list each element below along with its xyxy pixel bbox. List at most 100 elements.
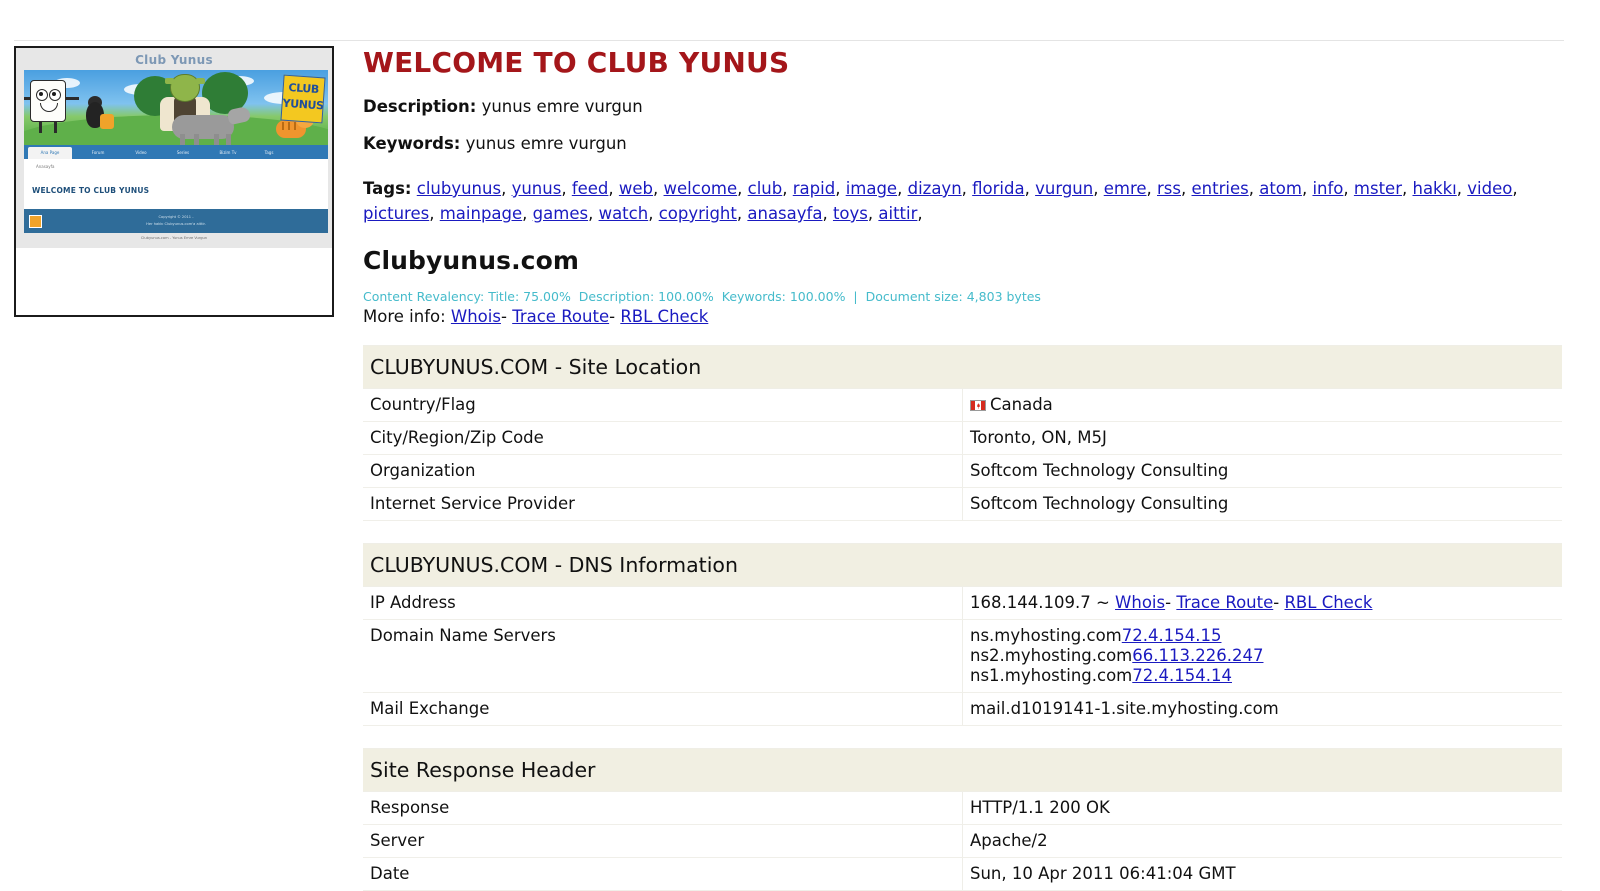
tag-link[interactable]: rss xyxy=(1157,179,1181,198)
tag-link[interactable]: entries xyxy=(1192,179,1249,198)
thumbnail-footer-line-1: Copyright © 2011 - xyxy=(158,215,194,219)
tag-link[interactable]: emre xyxy=(1104,179,1147,198)
tag-link[interactable]: mster xyxy=(1354,179,1402,198)
thumbnail-page-heading: WELCOME TO CLUB YUNUS xyxy=(32,186,150,195)
dns-information-table: CLUBYUNUS.COM - DNS Information IP Addre… xyxy=(363,543,1562,726)
thumbnail-nav-item-3: Series xyxy=(176,150,190,155)
domain-name-heading: Clubyunus.com xyxy=(363,246,580,275)
tag-link[interactable]: feed xyxy=(572,179,609,198)
page-title: WELCOME TO CLUB YUNUS xyxy=(363,46,790,79)
organization-label: Organization xyxy=(363,454,963,488)
tag-link[interactable]: yunus xyxy=(512,179,562,198)
site-thumbnail[interactable]: Club Yunus CLUB YUNUS Ana Page Forum Vid… xyxy=(14,46,334,317)
tag-link[interactable]: video xyxy=(1467,179,1512,198)
tag-link[interactable]: atom xyxy=(1259,179,1302,198)
ip-whois-link[interactable]: Whois xyxy=(1115,593,1165,612)
tag-separator: , xyxy=(501,179,507,198)
tag-separator: , xyxy=(1512,179,1518,198)
tag-separator: , xyxy=(736,204,743,223)
tag-link[interactable]: florida xyxy=(972,179,1024,198)
ip-address-label: IP Address xyxy=(363,586,963,620)
tag-link[interactable]: anasayfa xyxy=(747,204,822,223)
tag-link[interactable]: watch xyxy=(599,204,649,223)
tag-separator: , xyxy=(608,179,614,198)
badge-line-1: CLUB xyxy=(288,80,320,97)
mail-exchange-value: mail.d1019141-1.site.myhosting.com xyxy=(962,692,1562,726)
thumbnail-bottom-area xyxy=(16,248,332,315)
keywords-label: Keywords: xyxy=(363,134,461,153)
thumbnail-content-area: WELCOME TO CLUB YUNUS xyxy=(24,177,328,209)
thumbnail-nav-bar: Ana Page Forum Video Series Bizim Tv Tag… xyxy=(24,145,328,159)
tag-link[interactable]: info xyxy=(1312,179,1343,198)
tag-link[interactable]: aittir xyxy=(878,204,917,223)
tag-separator: , xyxy=(1024,179,1030,198)
tag-link[interactable]: rapid xyxy=(793,179,835,198)
tag-separator: , xyxy=(835,179,841,198)
nameserver-ip-link[interactable]: 72.4.154.15 xyxy=(1122,626,1222,645)
thumbnail-nav-item-5: Tags xyxy=(264,150,274,155)
thumbnail-nav-item-0: Ana Page xyxy=(28,147,72,159)
tag-link[interactable]: image xyxy=(846,179,897,198)
mail-exchange-label: Mail Exchange xyxy=(363,692,963,726)
ip-trace-route-link[interactable]: Trace Route xyxy=(1176,593,1273,612)
country-flag-value: Canada xyxy=(962,388,1562,422)
tag-link[interactable]: clubyunus xyxy=(417,179,501,198)
response-label: Response xyxy=(363,791,963,825)
table-row: Country/Flag Canada xyxy=(363,388,1562,422)
description-row: Description: yunus emre vurgun xyxy=(363,97,1563,117)
tag-link[interactable]: hakkı xyxy=(1412,179,1456,198)
tag-separator: , xyxy=(737,179,743,198)
tag-link[interactable]: toys xyxy=(833,204,868,223)
ip-address: 168.144.109.7 xyxy=(970,593,1091,612)
tag-separator: , xyxy=(1181,179,1187,198)
thumbnail-nav-item-2: Video xyxy=(135,150,147,155)
nameserver-ip-link[interactable]: 72.4.154.14 xyxy=(1132,666,1232,685)
club-yunus-badge-icon: CLUB YUNUS xyxy=(280,74,326,124)
tag-separator: , xyxy=(1401,179,1408,198)
tag-link[interactable]: vurgun xyxy=(1035,179,1093,198)
tag-separator: , xyxy=(1093,179,1099,198)
thumbnail-breadcrumb-bar: Anasayfa xyxy=(24,159,328,177)
dns-information-heading: CLUBYUNUS.COM - DNS Information xyxy=(363,543,1562,587)
tag-link[interactable]: copyright xyxy=(659,204,737,223)
nameservers-label: Domain Name Servers xyxy=(363,619,963,693)
tag-separator: , xyxy=(822,204,828,223)
ip-sep-2: - xyxy=(1273,593,1280,612)
tag-link[interactable]: club xyxy=(748,179,783,198)
isp-value: Softcom Technology Consulting xyxy=(962,487,1562,521)
date-value: Sun, 10 Apr 2011 06:41:04 GMT xyxy=(962,857,1562,891)
tag-separator: , xyxy=(1146,179,1152,198)
tag-link[interactable]: web xyxy=(619,179,653,198)
site-location-table: CLUBYUNUS.COM - Site Location Country/Fl… xyxy=(363,345,1562,521)
tag-separator: , xyxy=(1248,179,1254,198)
more-info-whois-link[interactable]: Whois xyxy=(451,307,501,326)
tag-separator: , xyxy=(897,179,903,198)
page-root: Club Yunus CLUB YUNUS Ana Page Forum Vid… xyxy=(0,0,1600,891)
tag-separator: , xyxy=(648,204,654,223)
thumbnail-footer: Copyright © 2011 - Her hakkı Clubyunus.c… xyxy=(24,209,328,233)
tag-link[interactable]: pictures xyxy=(363,204,429,223)
tag-separator: , xyxy=(867,204,874,223)
relevancy-prefix: Content Revalency: xyxy=(363,289,485,304)
table-row: Organization Softcom Technology Consulti… xyxy=(363,454,1562,488)
ip-address-value: 168.144.109.7 ~ Whois- Trace Route- RBL … xyxy=(962,586,1562,620)
tag-link[interactable]: dizayn xyxy=(908,179,962,198)
nameserver-ip-link[interactable]: 66.113.226.247 xyxy=(1132,646,1263,665)
table-row: Mail Exchange mail.d1019141-1.site.myhos… xyxy=(363,692,1562,726)
table-row: City/Region/Zip Code Toronto, ON, M5J xyxy=(363,421,1562,455)
tag-link[interactable]: welcome xyxy=(664,179,738,198)
nameservers-value: ns.myhosting.com72.4.154.15 ns2.myhostin… xyxy=(962,619,1562,693)
tag-link[interactable]: mainpage xyxy=(440,204,522,223)
bird-bag xyxy=(100,114,114,129)
more-info-rbl-check-link[interactable]: RBL Check xyxy=(620,307,708,326)
table-row: Domain Name Servers ns.myhosting.com72.4… xyxy=(363,619,1562,693)
more-info-row: More info: Whois- Trace Route- RBL Check xyxy=(363,306,1563,327)
tag-link[interactable]: games xyxy=(533,204,588,223)
tag-separator: , xyxy=(588,204,594,223)
content-relevancy-row: Content Revalency: Title: 75.00% Descrip… xyxy=(363,289,1563,305)
keywords-value: yunus emre vurgun xyxy=(465,134,627,153)
ip-rbl-check-link[interactable]: RBL Check xyxy=(1284,593,1372,612)
more-info-trace-route-link[interactable]: Trace Route xyxy=(512,307,609,326)
date-label: Date xyxy=(363,857,963,891)
more-info-label: More info: xyxy=(363,307,446,326)
